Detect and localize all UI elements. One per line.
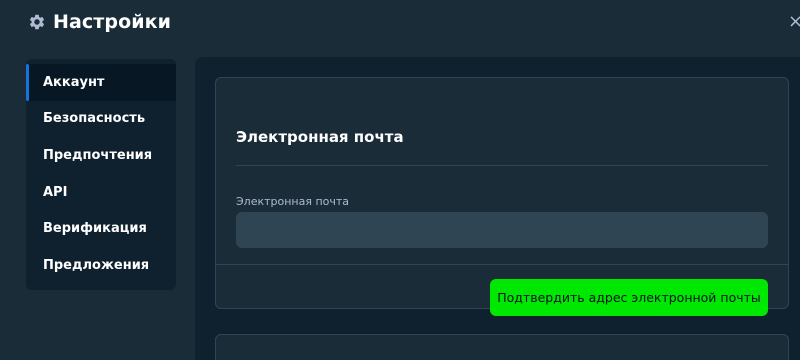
title-group: Настройки xyxy=(28,10,171,34)
settings-modal: Настройки × Аккаунт Безопасность Предпоч… xyxy=(0,0,800,360)
sidebar-item-label: Безопасность xyxy=(43,111,146,127)
email-field[interactable] xyxy=(236,212,768,248)
sidebar-item-preferences[interactable]: Предпочтения xyxy=(26,137,176,174)
gear-icon xyxy=(28,13,46,31)
header: Настройки × xyxy=(0,0,800,44)
confirm-email-button[interactable]: Подтвердить адрес электронной почты xyxy=(490,279,768,316)
close-icon[interactable]: × xyxy=(788,12,800,32)
sidebar-item-label: Предложения xyxy=(43,257,150,273)
divider xyxy=(216,264,788,265)
sidebar-item-verification[interactable]: Верификация xyxy=(26,210,176,247)
section-title: Электронная почта xyxy=(236,128,404,146)
sidebar-item-label: API xyxy=(43,184,68,200)
sidebar-item-offers[interactable]: Предложения xyxy=(26,247,176,284)
sidebar-item-label: Предпочтения xyxy=(43,147,153,163)
sidebar-item-label: Аккаунт xyxy=(43,74,105,90)
email-field-label: Электронная почта xyxy=(236,195,350,208)
sidebar-item-account[interactable]: Аккаунт xyxy=(26,64,176,101)
email-card: Электронная почта Электронная почта Подт… xyxy=(215,77,789,316)
main-content: Электронная почта Электронная почта Подт… xyxy=(195,57,800,360)
sidebar-item-label: Верификация xyxy=(43,221,147,237)
sidebar-item-api[interactable]: API xyxy=(26,174,176,211)
sidebar-item-security[interactable]: Безопасность xyxy=(26,101,176,138)
page-title: Настройки xyxy=(53,11,172,33)
next-card xyxy=(215,334,789,360)
divider xyxy=(236,165,768,166)
settings-sidebar: Аккаунт Безопасность Предпочтения API Ве… xyxy=(26,59,176,290)
